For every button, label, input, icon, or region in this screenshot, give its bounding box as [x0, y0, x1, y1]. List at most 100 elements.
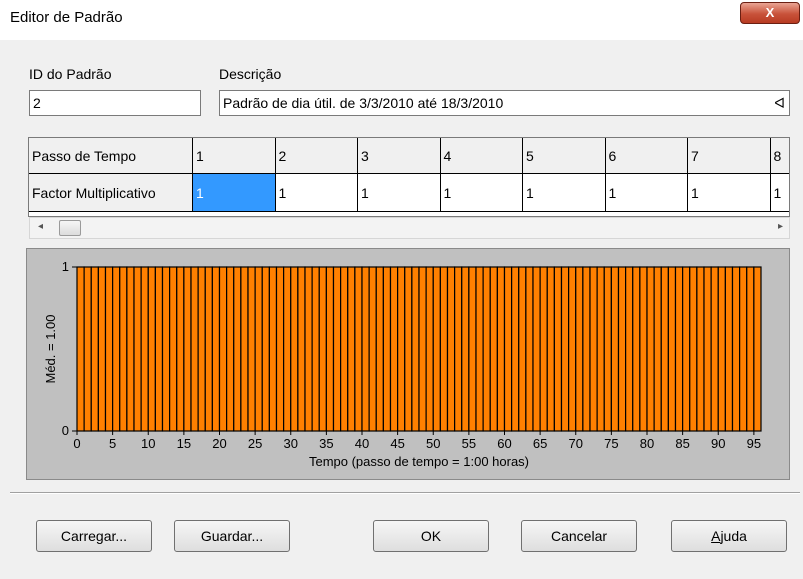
- chart-bar: [382, 266, 392, 432]
- y-axis-label: Méd. = 1.00: [43, 314, 58, 383]
- chart-bar: [653, 266, 662, 432]
- chart-bar: [297, 266, 306, 432]
- time-step-header-cell: 2: [275, 138, 358, 174]
- chart-bar: [439, 266, 449, 432]
- chart-bar: [211, 266, 221, 432]
- ok-button[interactable]: OK: [373, 520, 489, 552]
- multiplier-cell[interactable]: 1: [193, 174, 276, 212]
- pattern-chart: 0 1 0 5 10 15 20 25 30 35 40 45 50 55 60 65 70 75 80 85 90 95…: [26, 248, 790, 480]
- time-step-header-cell: 7: [688, 138, 771, 174]
- help-button[interactable]: Ajuda: [671, 520, 787, 552]
- x-tick-label: 35: [319, 436, 333, 451]
- chart-bar: [646, 266, 655, 432]
- chart-bar: [240, 266, 249, 432]
- x-tick-label: 60: [497, 436, 511, 451]
- chart-bar: [119, 266, 128, 432]
- horizontal-scrollbar[interactable]: ◂ ▸: [29, 217, 790, 239]
- chart-bar: [332, 266, 342, 432]
- pattern-editor-dialog: Editor de Padrão X ID do Padrão 2 Descri…: [0, 0, 803, 579]
- cancel-button[interactable]: Cancelar: [521, 520, 637, 552]
- chart-bar: [183, 266, 192, 432]
- chart-bar: [674, 266, 684, 432]
- chart-bar: [489, 266, 498, 432]
- chart-bar: [190, 266, 199, 432]
- pattern-id-input[interactable]: 2: [29, 90, 201, 116]
- chart-bar: [689, 266, 698, 432]
- chart-bar: [582, 266, 591, 432]
- multiplier-cell[interactable]: 1: [605, 174, 688, 212]
- chart-bar: [161, 266, 171, 432]
- chart-bar: [753, 266, 762, 432]
- chart-bar: [496, 266, 506, 432]
- x-tick-label: 25: [248, 436, 262, 451]
- chart-bar: [746, 266, 755, 432]
- chart-bar: [275, 266, 285, 432]
- chart-bar: [176, 266, 185, 432]
- chart-bar: [696, 266, 705, 432]
- chart-bar: [347, 266, 356, 432]
- scroll-left-icon[interactable]: ◂: [38, 221, 43, 232]
- chart-bar: [368, 266, 377, 432]
- chart-bar: [596, 266, 605, 432]
- title-bar: Editor de Padrão X: [0, 0, 803, 40]
- chart-bar: [290, 266, 299, 432]
- chart-bar: [482, 266, 491, 432]
- scroll-thumb[interactable]: [59, 220, 81, 236]
- chart-bar: [717, 266, 726, 432]
- pattern-id-label: ID do Padrão: [29, 66, 112, 82]
- multiplier-cell[interactable]: 1: [770, 174, 789, 212]
- chart-bar: [204, 266, 213, 432]
- chart-bar: [404, 266, 413, 432]
- chart-bar: [311, 266, 320, 432]
- row-header-time-step: Passo de Tempo: [29, 138, 193, 174]
- chart-bar: [703, 266, 712, 432]
- multiplier-cell[interactable]: 1: [358, 174, 441, 212]
- chart-bar: [575, 266, 584, 432]
- chart-bar: [154, 266, 164, 432]
- x-tick-label: 50: [426, 436, 440, 451]
- chart-bar: [731, 266, 741, 432]
- chart-bar: [503, 266, 513, 432]
- chart-bar: [147, 266, 156, 432]
- chart-bar: [254, 266, 263, 432]
- close-button[interactable]: X: [740, 2, 800, 24]
- chart-bar: [112, 266, 121, 432]
- chart-bar: [397, 266, 406, 432]
- multiplier-cell[interactable]: 1: [523, 174, 606, 212]
- x-tick-label: 15: [177, 436, 191, 451]
- x-tick-label: 45: [390, 436, 404, 451]
- time-step-header-cell: 5: [523, 138, 606, 174]
- multiplier-cell[interactable]: 1: [440, 174, 523, 212]
- chart-bar: [283, 266, 292, 432]
- x-axis-label: Tempo (passo de tempo = 1:00 horas): [309, 454, 529, 469]
- chart-bar: [560, 266, 570, 432]
- chart-bar: [525, 266, 534, 432]
- chart-bar: [325, 266, 335, 432]
- x-tick-label: 10: [141, 436, 155, 451]
- chart-bar: [660, 266, 669, 432]
- chart-bar: [90, 266, 99, 432]
- chart-bar: [83, 266, 92, 432]
- chart-bar: [632, 266, 641, 432]
- chart-bar: [169, 266, 178, 432]
- x-tick-label: 85: [675, 436, 689, 451]
- multiplier-cell[interactable]: 1: [688, 174, 771, 212]
- save-button[interactable]: Guardar...: [174, 520, 290, 552]
- time-step-header-cell: 1: [193, 138, 276, 174]
- chart-bar: [411, 266, 420, 432]
- load-button[interactable]: Carregar...: [36, 520, 152, 552]
- scroll-right-icon[interactable]: ▸: [778, 221, 783, 232]
- chart-bar: [454, 266, 463, 432]
- x-tick-label: 5: [109, 436, 116, 451]
- description-input[interactable]: Padrão de dia útil. de 3/3/2010 até 18/3…: [219, 90, 790, 116]
- x-tick-label: 0: [73, 436, 80, 451]
- caret-left-icon: ᐊ: [774, 95, 785, 111]
- x-tick-label: 20: [212, 436, 226, 451]
- description-text: Padrão de dia útil. de 3/3/2010 até 18/3…: [223, 95, 504, 111]
- description-label: Descrição: [219, 66, 282, 82]
- multiplier-cell[interactable]: 1: [275, 174, 358, 212]
- separator: [10, 492, 800, 494]
- chart-bar: [261, 266, 270, 432]
- x-tick-label: 80: [640, 436, 654, 451]
- x-tick-label: 70: [569, 436, 583, 451]
